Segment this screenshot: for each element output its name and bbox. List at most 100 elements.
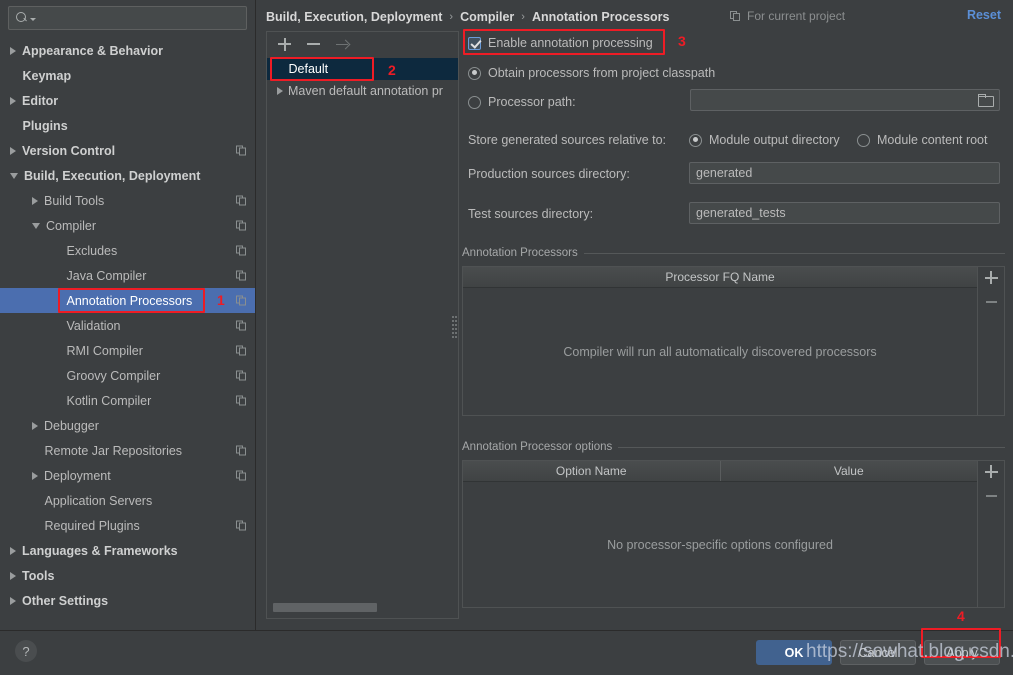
copy-icon: [236, 345, 247, 356]
sidebar-item-label: Java Compiler: [66, 268, 147, 283]
production-sources-input[interactable]: generated: [689, 162, 1000, 184]
options-table-body-wrap: Option Name Value No processor-specific o…: [463, 461, 977, 607]
add-option-button[interactable]: [984, 464, 999, 479]
sidebar-item-label: Remote Jar Repositories: [44, 443, 183, 458]
store-relative-label: Store generated sources relative to:: [468, 133, 667, 147]
remove-processor-button[interactable]: [984, 294, 999, 309]
sidebar-item-remote-jar-repositories[interactable]: Remote Jar Repositories: [0, 438, 255, 463]
profiles-hscrollbar[interactable]: [273, 603, 452, 612]
chevron-right-icon[interactable]: [277, 87, 283, 95]
move-to-profile-button[interactable]: [335, 37, 350, 52]
sidebar-item-label: Compiler: [46, 218, 97, 233]
copy-icon: [236, 320, 247, 331]
sidebar-item-appearance-behavior[interactable]: Appearance & Behavior: [0, 38, 255, 63]
chevron-right-icon[interactable]: [10, 546, 16, 555]
sidebar-item-rmi-compiler[interactable]: RMI Compiler: [0, 338, 255, 363]
sidebar-item-version-control[interactable]: Version Control: [0, 138, 255, 163]
sidebar-item-tools[interactable]: Tools: [0, 563, 255, 588]
sidebar-item-languages-frameworks[interactable]: Languages & Frameworks: [0, 538, 255, 563]
chevron-right-icon[interactable]: [10, 596, 16, 605]
annotation-number-2: 2: [388, 62, 396, 78]
scrollbar-thumb[interactable]: [273, 603, 377, 612]
add-profile-button[interactable]: [277, 37, 292, 52]
breadcrumb: Build, Execution, Deployment › Compiler › An…: [266, 8, 669, 26]
sidebar-item-groovy-compiler[interactable]: Groovy Compiler: [0, 363, 255, 388]
module-output-directory-row[interactable]: Module output directory: [689, 133, 840, 147]
chevron-down-icon[interactable]: [32, 222, 40, 229]
sidebar-item-debugger[interactable]: Debugger: [0, 413, 255, 438]
sidebar-item-compiler[interactable]: Compiler: [0, 213, 255, 238]
breadcrumb-item[interactable]: Compiler: [460, 10, 514, 24]
table-column-header[interactable]: Processor FQ Name: [463, 267, 977, 287]
processor-path-input[interactable]: [690, 89, 1000, 111]
table-column-header[interactable]: Value: [719, 461, 978, 481]
chevron-right-icon[interactable]: [10, 146, 16, 155]
profile-list-item[interactable]: Maven default annotation pr: [267, 80, 458, 102]
sidebar-item-kotlin-compiler[interactable]: Kotlin Compiler: [0, 388, 255, 413]
test-sources-input[interactable]: generated_tests: [689, 202, 1000, 224]
module-output-directory-radio[interactable]: [689, 133, 702, 147]
obtain-from-classpath-radio[interactable]: [468, 66, 481, 80]
sidebar-item-required-plugins[interactable]: Required Plugins: [0, 513, 255, 538]
sidebar-item-build-execution-deployment[interactable]: Build, Execution, Deployment: [0, 163, 255, 188]
breadcrumb-item[interactable]: Annotation Processors: [532, 10, 670, 24]
sidebar-item-label: Version Control: [22, 143, 116, 158]
chevron-right-icon[interactable]: [32, 196, 38, 205]
ok-button[interactable]: OK: [756, 640, 832, 665]
profile-list-item[interactable]: Default: [267, 58, 458, 80]
sidebar-item-deployment[interactable]: Deployment: [0, 463, 255, 488]
add-processor-button[interactable]: [984, 270, 999, 285]
processor-path-row[interactable]: Processor path:: [468, 95, 576, 109]
chevron-right-icon[interactable]: [10, 96, 16, 105]
table-column-header[interactable]: Option Name: [463, 461, 720, 481]
search-box[interactable]: [8, 6, 247, 30]
enable-annotation-processing-row[interactable]: Enable annotation processing: [468, 36, 653, 50]
sidebar-item-excludes[interactable]: Excludes: [0, 238, 255, 263]
chevron-right-icon[interactable]: [32, 471, 38, 480]
module-content-root-radio[interactable]: [857, 133, 870, 147]
processor-path-radio[interactable]: [468, 95, 481, 109]
copy-icon: [236, 445, 247, 456]
copy-icon: [236, 220, 247, 231]
test-sources-value: generated_tests: [696, 206, 786, 220]
module-content-root-row[interactable]: Module content root: [857, 133, 988, 147]
chevron-right-icon[interactable]: [10, 46, 16, 55]
chevron-down-icon[interactable]: [10, 172, 18, 179]
settings-tree: Appearance & Behavior Keymap Editor Plugins…: [0, 38, 255, 613]
options-table: Option Name Value No processor-specific o…: [462, 460, 1005, 608]
chevron-right-icon[interactable]: [32, 421, 38, 430]
sidebar-item-build-tools[interactable]: Build Tools: [0, 188, 255, 213]
sidebar-item-application-servers[interactable]: Application Servers: [0, 488, 255, 513]
breadcrumb-separator: ›: [449, 11, 454, 23]
sidebar-item-validation[interactable]: Validation: [0, 313, 255, 338]
sidebar-item-label: Annotation Processors: [66, 293, 193, 308]
sidebar-item-editor[interactable]: Editor: [0, 88, 255, 113]
panel-splitter[interactable]: [452, 316, 459, 340]
annotation-processors-group: Annotation Processors Processor FQ Name …: [462, 246, 1005, 416]
sidebar-item-keymap[interactable]: Keymap: [0, 63, 255, 88]
annotation-number-4: 4: [957, 608, 965, 624]
group-divider: [618, 446, 1005, 448]
remove-option-button[interactable]: [984, 488, 999, 503]
chevron-right-icon[interactable]: [10, 571, 16, 580]
sidebar-item-label: Other Settings: [22, 593, 109, 608]
obtain-from-classpath-row[interactable]: Obtain processors from project classpath: [468, 66, 715, 80]
search-input[interactable]: [36, 11, 240, 25]
cancel-button[interactable]: Cancel: [840, 640, 916, 665]
copy-icon: [236, 295, 247, 306]
apply-button[interactable]: Apply: [924, 640, 1000, 665]
remove-profile-button[interactable]: [306, 37, 321, 52]
help-button[interactable]: ?: [15, 640, 37, 662]
sidebar-item-plugins[interactable]: Plugins: [0, 113, 255, 138]
reset-link[interactable]: Reset: [967, 8, 1001, 22]
breadcrumb-item[interactable]: Build, Execution, Deployment: [266, 10, 442, 24]
sidebar-item-other-settings[interactable]: Other Settings: [0, 588, 255, 613]
folder-icon[interactable]: [978, 94, 994, 107]
enable-annotation-processing-checkbox[interactable]: [468, 36, 481, 50]
sidebar-item-java-compiler[interactable]: Java Compiler: [0, 263, 255, 288]
sidebar-item-label: Validation: [66, 318, 121, 333]
